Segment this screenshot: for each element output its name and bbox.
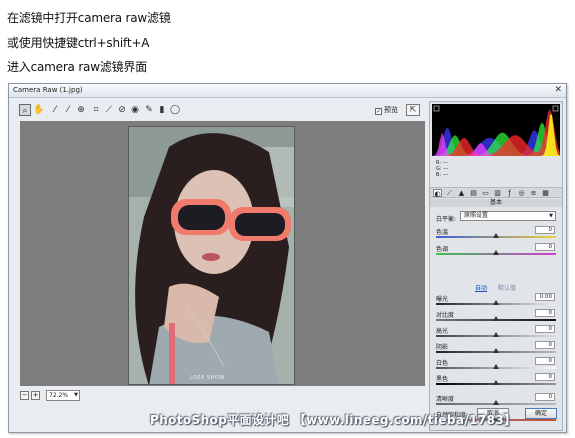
- tab-basic-icon[interactable]: ◐: [433, 189, 442, 198]
- hand-tool-icon[interactable]: ✋: [33, 104, 45, 116]
- fullscreen-toggle-button[interactable]: ⇱: [406, 104, 420, 116]
- slider-value-input[interactable]: 0: [535, 309, 555, 317]
- preview-label: 预览: [384, 106, 398, 114]
- watermark: PhotoShop平面设计吧 【www.lineeg.com/tieba/178…: [150, 413, 517, 427]
- b-label: B:: [436, 172, 442, 178]
- slider-label: 高光: [436, 328, 449, 335]
- white-balance-label: 白平衡:: [436, 216, 457, 223]
- toolbar: ⌕ ✋ ⁄ ⁄ ⊕ ⌗ ⟋ ⊘ ◉ ✎ ▮ ◯ ✓ 预览 ⇱: [19, 104, 424, 119]
- zoom-out-button[interactable]: −: [20, 391, 29, 400]
- slider-temperature: 色温 0: [430, 226, 562, 242]
- section-title: 基本: [430, 199, 562, 207]
- zoom-tool-icon[interactable]: ⌕: [19, 104, 31, 116]
- crop-tool-icon[interactable]: ⌗: [90, 104, 102, 116]
- slider-thumb[interactable]: [493, 233, 499, 238]
- slider-value-input[interactable]: 0: [535, 325, 555, 333]
- rgb-readout: R: --- G: --- B: ---: [436, 160, 449, 178]
- slider-thumb[interactable]: [493, 300, 499, 305]
- highlight-clipping-icon[interactable]: [552, 105, 559, 112]
- slider-label: 对比度: [436, 312, 455, 319]
- adjustment-panel: R: --- G: --- B: --- ◐ ⟋ ▲ ▤ ▭ ▥ ƒ ◎ ≡ ▦…: [429, 101, 563, 431]
- close-icon[interactable]: ✕: [554, 85, 562, 96]
- slider-label: 白色: [436, 360, 449, 367]
- preview-photo: LOSE SHOW: [128, 126, 295, 385]
- zoom-level-value: 72.2%: [49, 392, 69, 399]
- slider-blacks: 黑色 0: [430, 373, 562, 389]
- tab-split-toning-icon[interactable]: ▭: [481, 189, 490, 197]
- slider-label: 阴影: [436, 344, 449, 351]
- chevron-down-icon: ▼: [74, 392, 78, 398]
- panel-tabs: ◐ ⟋ ▲ ▤ ▭ ▥ ƒ ◎ ≡ ▦: [430, 187, 562, 198]
- tab-fx-icon[interactable]: ƒ: [505, 189, 514, 197]
- tab-presets-icon[interactable]: ≡: [529, 189, 538, 197]
- tab-hsl-icon[interactable]: ▤: [469, 189, 478, 197]
- slider-tint: 色调 0: [430, 243, 562, 259]
- color-sampler-tool-icon[interactable]: ⁄: [62, 104, 74, 116]
- fullscreen-icon: ⇱: [409, 105, 417, 114]
- zoom-in-button[interactable]: +: [31, 391, 40, 400]
- ok-button[interactable]: 确定: [525, 408, 557, 419]
- intro-line-2: 或使用快捷键ctrl+shift+A: [7, 36, 150, 50]
- slider-contrast: 对比度 0: [430, 309, 562, 325]
- slider-thumb[interactable]: [493, 316, 499, 321]
- slider-value-input[interactable]: 0: [535, 243, 555, 251]
- white-balance-tool-icon[interactable]: ⁄: [49, 104, 61, 116]
- chevron-down-icon: ▼: [549, 213, 553, 219]
- photo-caption: LOSE SHOW: [190, 375, 225, 381]
- camera-raw-window: Camera Raw (1.jpg) ✕ ⌕ ✋ ⁄ ⁄ ⊕ ⌗ ⟋ ⊘ ◉ ✎…: [8, 83, 567, 433]
- adjustment-brush-icon[interactable]: ✎: [143, 104, 155, 116]
- slider-value-input[interactable]: 0.00: [535, 293, 555, 301]
- graduated-filter-icon[interactable]: ▮: [156, 104, 168, 116]
- window-title: Camera Raw (1.jpg): [13, 86, 83, 94]
- slider-label: 曝光: [436, 296, 449, 303]
- white-balance-value: 原照设置: [464, 212, 489, 219]
- radial-filter-icon[interactable]: ◯: [169, 104, 181, 116]
- histogram-graph: [432, 105, 560, 156]
- histogram: [432, 104, 560, 156]
- tab-detail-icon[interactable]: ▲: [457, 189, 466, 197]
- shadow-clipping-icon[interactable]: [433, 105, 440, 112]
- slider-exposure: 曝光 0.00: [430, 293, 562, 309]
- slider-highlights: 高光 0: [430, 325, 562, 341]
- slider-thumb[interactable]: [493, 400, 499, 405]
- slider-thumb[interactable]: [493, 348, 499, 353]
- white-balance-select[interactable]: 原照设置 ▼: [460, 211, 556, 221]
- auto-link[interactable]: 自动: [475, 283, 487, 292]
- slider-value-input[interactable]: 0: [535, 226, 555, 234]
- slider-thumb[interactable]: [493, 380, 499, 385]
- portrait-image: [129, 127, 294, 384]
- slider-thumb[interactable]: [493, 332, 499, 337]
- intro-line-3: 进入camera raw滤镜界面: [7, 60, 148, 74]
- status-bar: − + 72.2% ▼: [20, 389, 425, 405]
- tab-tone-curve-icon[interactable]: ⟋: [445, 189, 454, 197]
- slider-label: 色温: [436, 229, 449, 236]
- intro-line-1: 在滤镜中打开camera raw滤镜: [7, 11, 171, 25]
- targeted-adjustment-tool-icon[interactable]: ⊕: [75, 104, 87, 116]
- zoom-level-select[interactable]: 72.2% ▼: [46, 390, 80, 401]
- tab-snapshots-icon[interactable]: ▦: [541, 189, 550, 197]
- window-titlebar[interactable]: Camera Raw (1.jpg) ✕: [9, 84, 566, 98]
- slider-label: 黑色: [436, 376, 449, 383]
- slider-shadows: 阴影 0: [430, 341, 562, 357]
- tab-lens-icon[interactable]: ▥: [493, 189, 502, 197]
- spot-removal-tool-icon[interactable]: ⊘: [116, 104, 128, 116]
- slider-label: 色调: [436, 246, 449, 253]
- default-link[interactable]: 默认值: [498, 283, 516, 292]
- preview-checkbox[interactable]: ✓ 预览: [375, 105, 398, 115]
- slider-thumb[interactable]: [493, 250, 499, 255]
- tab-camera-calibration-icon[interactable]: ◎: [517, 189, 526, 197]
- straighten-tool-icon[interactable]: ⟋: [103, 104, 115, 116]
- slider-value-input[interactable]: 0: [535, 357, 555, 365]
- slider-whites: 白色 0: [430, 357, 562, 373]
- slider-value-input[interactable]: 0: [535, 393, 555, 401]
- slider-thumb[interactable]: [493, 364, 499, 369]
- checkmark-icon: ✓: [375, 108, 382, 115]
- slider-value-input[interactable]: 0: [535, 373, 555, 381]
- b-value: ---: [442, 172, 449, 178]
- red-eye-tool-icon[interactable]: ◉: [129, 104, 141, 116]
- slider-value-input[interactable]: 0: [535, 341, 555, 349]
- slider-label: 清晰度: [436, 396, 455, 403]
